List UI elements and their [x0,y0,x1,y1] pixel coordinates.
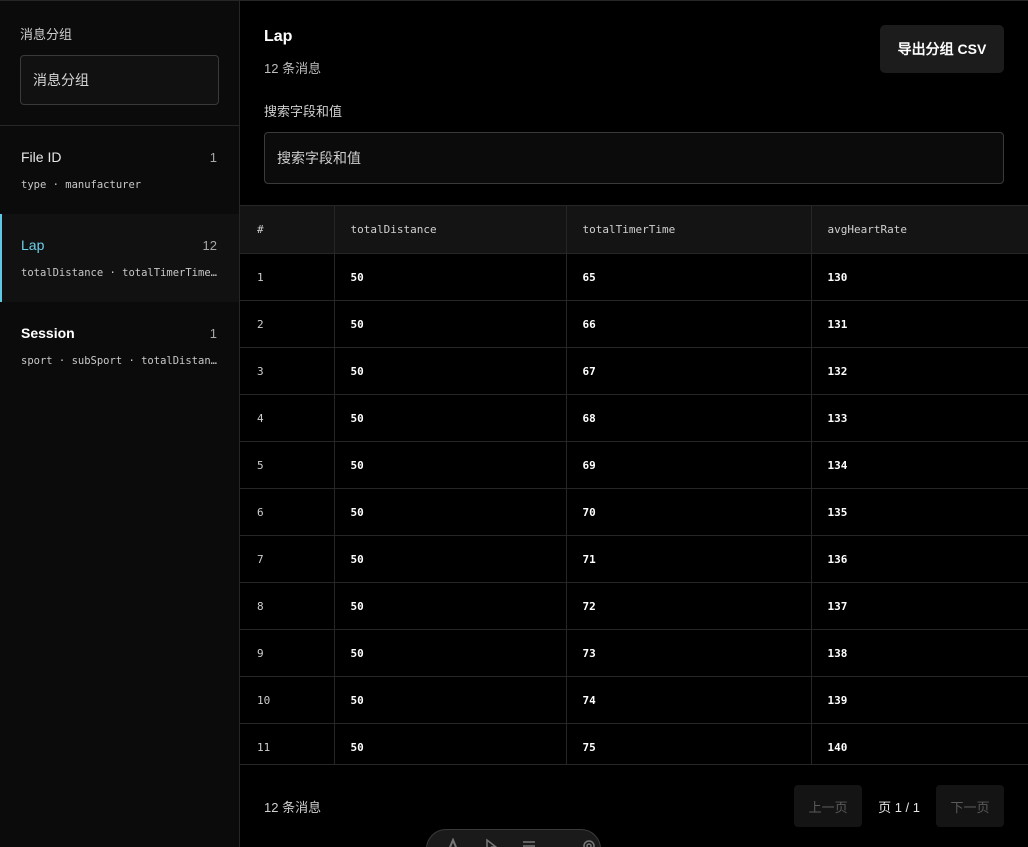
table-cell: 69 [566,441,812,489]
group-fields: sport · subSport · totalDistanc… [21,355,219,367]
footer-message-count: 12 条消息 [264,799,322,815]
sidebar-header: 消息分组 [0,1,239,126]
table-cell: 50 [334,723,567,764]
table-cell: 50 [334,629,567,677]
table-cell: 50 [334,394,567,442]
table-cell: 66 [566,300,812,348]
table-row[interactable]: 2 50 66 131 [240,300,1028,348]
table-cell: 4 [240,394,335,442]
export-csv-button[interactable]: 导出分组 CSV [880,25,1004,73]
sidebar-title: 消息分组 [20,27,73,42]
table-cell: 6 [240,488,335,536]
app-window: 消息分组 File ID 1 type · manufacturer Lap 1… [0,0,1028,847]
table-cell: 50 [334,676,567,724]
group-fields: totalDistance · totalTimerTime … [21,267,219,279]
table-row[interactable]: 4 50 68 133 [240,394,1028,442]
table-cell: 50 [334,441,567,489]
table-cell: 50 [334,300,567,348]
table-row[interactable]: 7 50 71 136 [240,535,1028,583]
table-cell: 68 [566,394,812,442]
table-cell: 138 [811,629,1028,677]
table-cell: 11 [240,723,335,764]
table-row[interactable]: 10 50 74 139 [240,676,1028,724]
page-indicator: 页 1 / 1 [878,799,920,815]
column-header-index[interactable]: # [240,205,335,254]
pagination-footer: 12 条消息 上一页 页 1 / 1 下一页 [240,765,1028,847]
text-icon[interactable] [445,837,461,847]
table-cell: 130 [811,253,1028,301]
search-label: 搜索字段和值 [264,104,343,119]
table-cell: 136 [811,535,1028,583]
column-header-total-timer-time[interactable]: totalTimerTime [566,205,812,254]
group-fields: type · manufacturer [21,179,142,191]
table-cell: 5 [240,441,335,489]
table-cell: 75 [566,723,812,764]
group-name: Session [21,325,75,341]
gear-icon[interactable] [581,838,597,847]
table-cell: 65 [566,253,812,301]
group-item-session[interactable]: Session 1 sport · subSport · totalDistan… [0,302,239,390]
table-cell: 137 [811,582,1028,630]
column-header-avg-heart-rate[interactable]: avgHeartRate [811,205,1028,254]
table-cell: 70 [566,488,812,536]
table-cell: 74 [566,676,812,724]
table-cell: 8 [240,582,335,630]
table-cell: 50 [334,347,567,395]
table-cell: 134 [811,441,1028,489]
field-search-input[interactable] [264,132,1004,184]
table-cell: 50 [334,582,567,630]
table-cell: 72 [566,582,812,630]
table-cell: 132 [811,347,1028,395]
table-row[interactable]: 3 50 67 132 [240,347,1028,395]
group-count: 12 [202,237,217,253]
group-count: 1 [209,149,217,165]
group-item-file-id[interactable]: File ID 1 type · manufacturer [0,126,239,214]
group-name: File ID [21,149,62,165]
data-table: # totalDistance totalTimerTime avgHeartR… [240,205,1028,764]
table-cell: 131 [811,300,1028,348]
table-body: 1 50 65 130 2 50 66 131 3 50 67 132 4 50 68 133 5 50 69 134… [240,253,1028,764]
data-table-container[interactable]: # totalDistance totalTimerTime avgHeartR… [240,205,1028,765]
menu-icon[interactable] [521,838,537,847]
table-row[interactable]: 1 50 65 130 [240,253,1028,301]
next-page-button[interactable]: 下一页 [936,785,1004,827]
table-row[interactable]: 9 50 73 138 [240,629,1028,677]
table-cell: 135 [811,488,1028,536]
prev-page-button[interactable]: 上一页 [794,785,863,827]
group-search-input[interactable] [20,55,219,105]
table-header-row: # totalDistance totalTimerTime avgHeartR… [240,205,1028,254]
table-row[interactable]: 11 50 75 140 [240,723,1028,764]
main-panel: Lap 12 条消息 导出分组 CSV 搜索字段和值 # totalDistan… [240,1,1028,847]
group-name: Lap [21,237,45,253]
group-item-lap[interactable]: Lap 12 totalDistance · totalTimerTime … [0,214,239,302]
table-cell: 50 [334,535,567,583]
table-cell: 140 [811,723,1028,764]
table-cell: 10 [240,676,335,724]
main-header: Lap 12 条消息 导出分组 CSV 搜索字段和值 [240,1,1028,205]
table-cell: 2 [240,300,335,348]
table-row[interactable]: 6 50 70 135 [240,488,1028,536]
table-cell: 133 [811,394,1028,442]
table-cell: 50 [334,253,567,301]
column-header-total-distance[interactable]: totalDistance [334,205,567,254]
table-cell: 7 [240,535,335,583]
table-row[interactable]: 5 50 69 134 [240,441,1028,489]
floating-toolbar [426,829,601,847]
sidebar: 消息分组 File ID 1 type · manufacturer Lap 1… [0,1,240,847]
table-cell: 73 [566,629,812,677]
table-cell: 71 [566,535,812,583]
table-cell: 1 [240,253,335,301]
table-cell: 139 [811,676,1028,724]
table-cell: 67 [566,347,812,395]
table-row[interactable]: 8 50 72 137 [240,582,1028,630]
group-count: 1 [209,325,217,341]
pointer-icon[interactable] [483,838,499,847]
table-cell: 50 [334,488,567,536]
table-cell: 3 [240,347,335,395]
table-cell: 9 [240,629,335,677]
